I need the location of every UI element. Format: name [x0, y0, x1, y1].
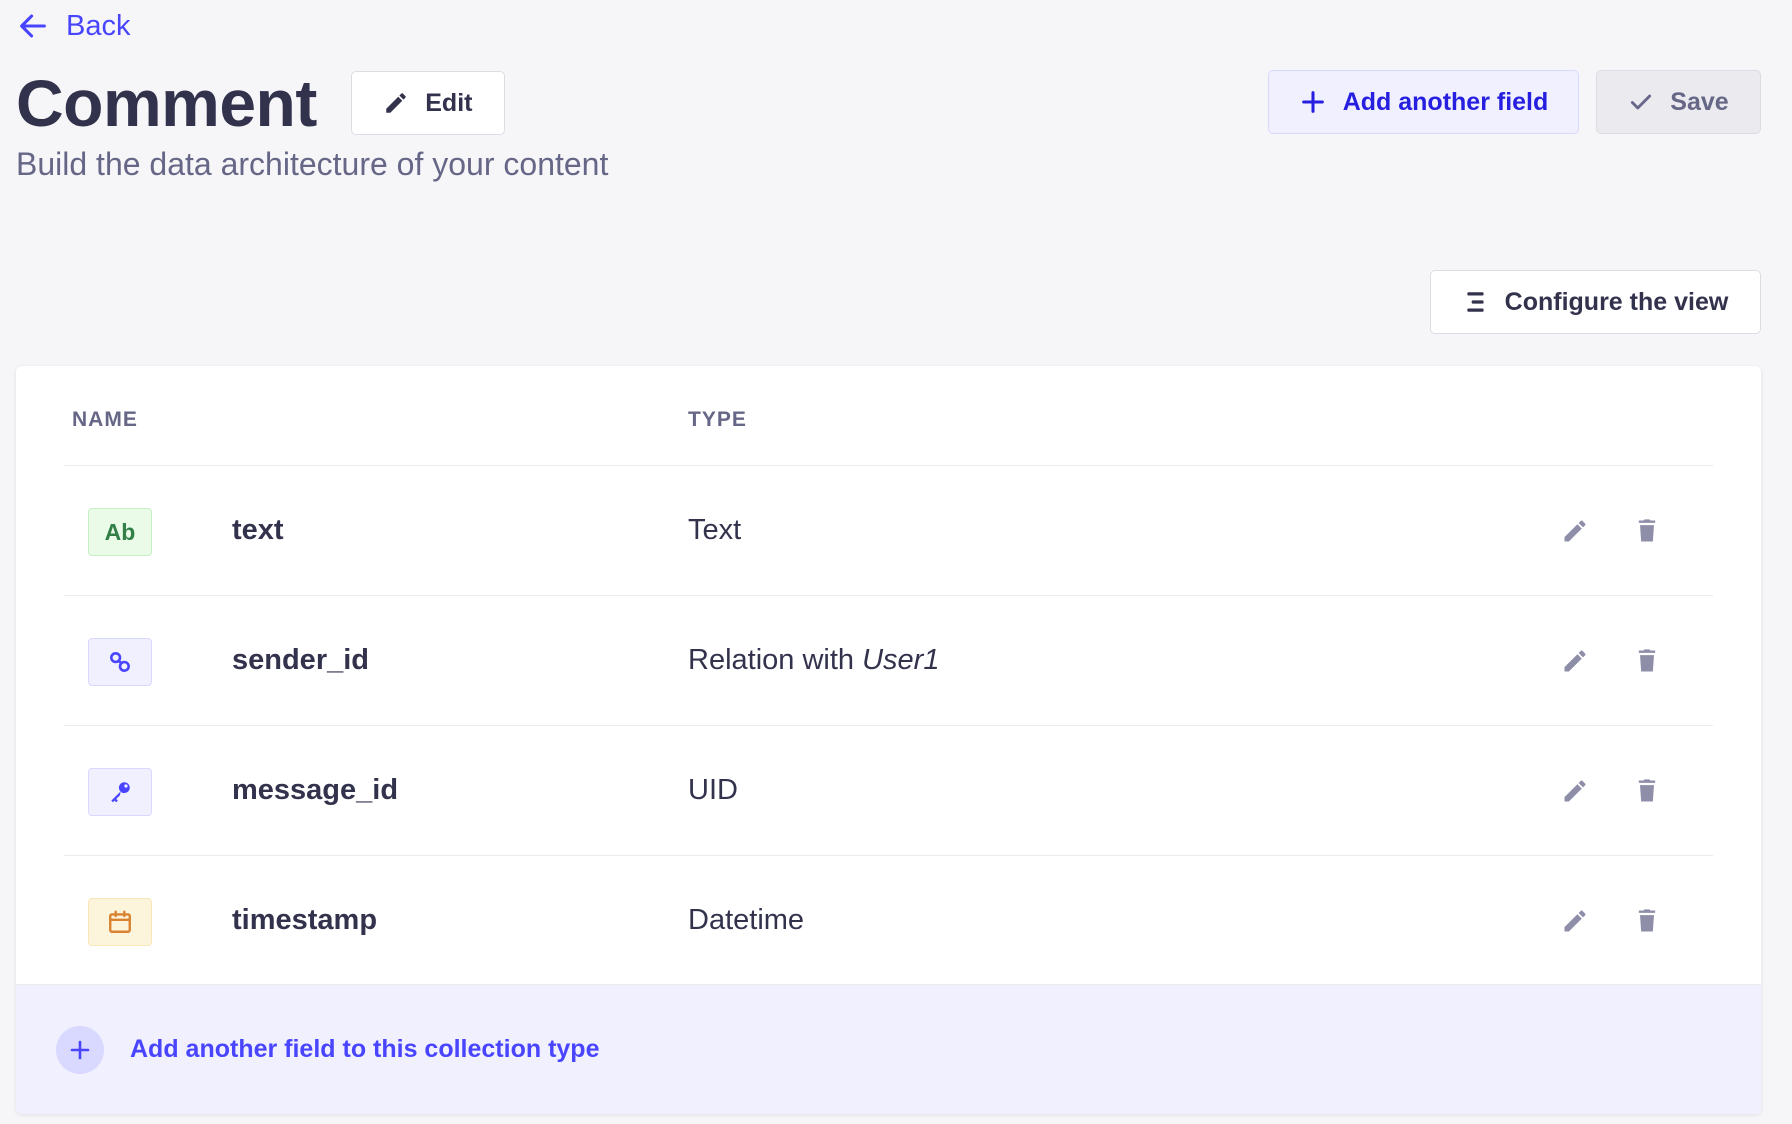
edit-field-button[interactable] — [1558, 904, 1592, 938]
field-type: UID — [688, 774, 738, 806]
pencil-icon — [1564, 780, 1586, 802]
field-type: Relation with User1 — [688, 644, 940, 676]
table-row: Ab text Text — [64, 466, 1713, 596]
back-link[interactable]: Back — [16, 8, 130, 44]
column-header-type: TYPE — [688, 408, 747, 431]
arrow-left-icon — [20, 14, 46, 38]
page-title: Comment — [16, 66, 317, 140]
field-name: text — [232, 514, 284, 546]
field-type: Text — [688, 514, 742, 546]
add-another-field-label: Add another field — [1342, 87, 1549, 116]
text-type-icon: Ab — [88, 508, 152, 556]
pencil-icon — [1564, 520, 1586, 542]
edit-button[interactable]: Edit — [350, 71, 505, 135]
table-row: timestamp Datetime — [64, 856, 1713, 986]
pencil-icon — [1564, 910, 1586, 932]
edit-field-button[interactable] — [1558, 644, 1592, 678]
plus-circle-icon — [56, 1025, 104, 1074]
delete-field-button[interactable] — [1630, 904, 1664, 938]
configure-view-label: Configure the view — [1504, 287, 1729, 316]
page-subtitle: Build the data architecture of your cont… — [16, 146, 609, 182]
relation-target: User1 — [862, 644, 940, 676]
trash-icon — [1638, 779, 1656, 802]
add-field-to-collection-label: Add another field to this collection typ… — [130, 1035, 600, 1063]
field-type: Datetime — [688, 904, 805, 936]
back-label: Back — [66, 9, 131, 42]
field-name: message_id — [232, 774, 399, 806]
trash-icon — [1638, 649, 1656, 672]
edit-field-button[interactable] — [1558, 774, 1592, 808]
delete-field-button[interactable] — [1630, 644, 1664, 678]
pencil-icon — [386, 93, 407, 113]
delete-field-button[interactable] — [1630, 514, 1664, 548]
layout-list-icon — [1467, 292, 1484, 312]
content-type-builder-page: Back Comment Edit Build the data archite… — [0, 0, 1792, 1124]
relation-link-icon — [88, 638, 152, 686]
add-field-to-collection-button[interactable]: Add another field to this collection typ… — [16, 984, 1761, 1114]
save-label: Save — [1670, 87, 1729, 116]
table-row: sender_id Relation with User1 — [64, 596, 1713, 726]
trash-icon — [1638, 909, 1656, 932]
check-icon — [1631, 94, 1652, 110]
delete-field-button[interactable] — [1630, 774, 1664, 808]
field-name: sender_id — [232, 644, 369, 676]
pencil-icon — [1564, 650, 1586, 672]
field-name: timestamp — [232, 904, 378, 936]
fields-table-card: NAME TYPE Ab text Text sender_id Relatio… — [16, 366, 1761, 1114]
save-button[interactable]: Save — [1596, 70, 1761, 134]
header-title-row: Comment Edit — [16, 66, 505, 140]
plus-icon — [1301, 91, 1324, 113]
uid-key-icon — [88, 768, 152, 816]
table-header: NAME TYPE — [64, 366, 1713, 466]
table-row: message_id UID — [64, 726, 1713, 856]
column-header-name: NAME — [72, 408, 138, 431]
configure-view-button[interactable]: Configure the view — [1430, 270, 1761, 334]
add-another-field-button[interactable]: Add another field — [1268, 70, 1579, 134]
calendar-icon — [88, 898, 152, 946]
edit-field-button[interactable] — [1558, 514, 1592, 548]
trash-icon — [1638, 519, 1656, 542]
edit-label: Edit — [425, 88, 473, 117]
